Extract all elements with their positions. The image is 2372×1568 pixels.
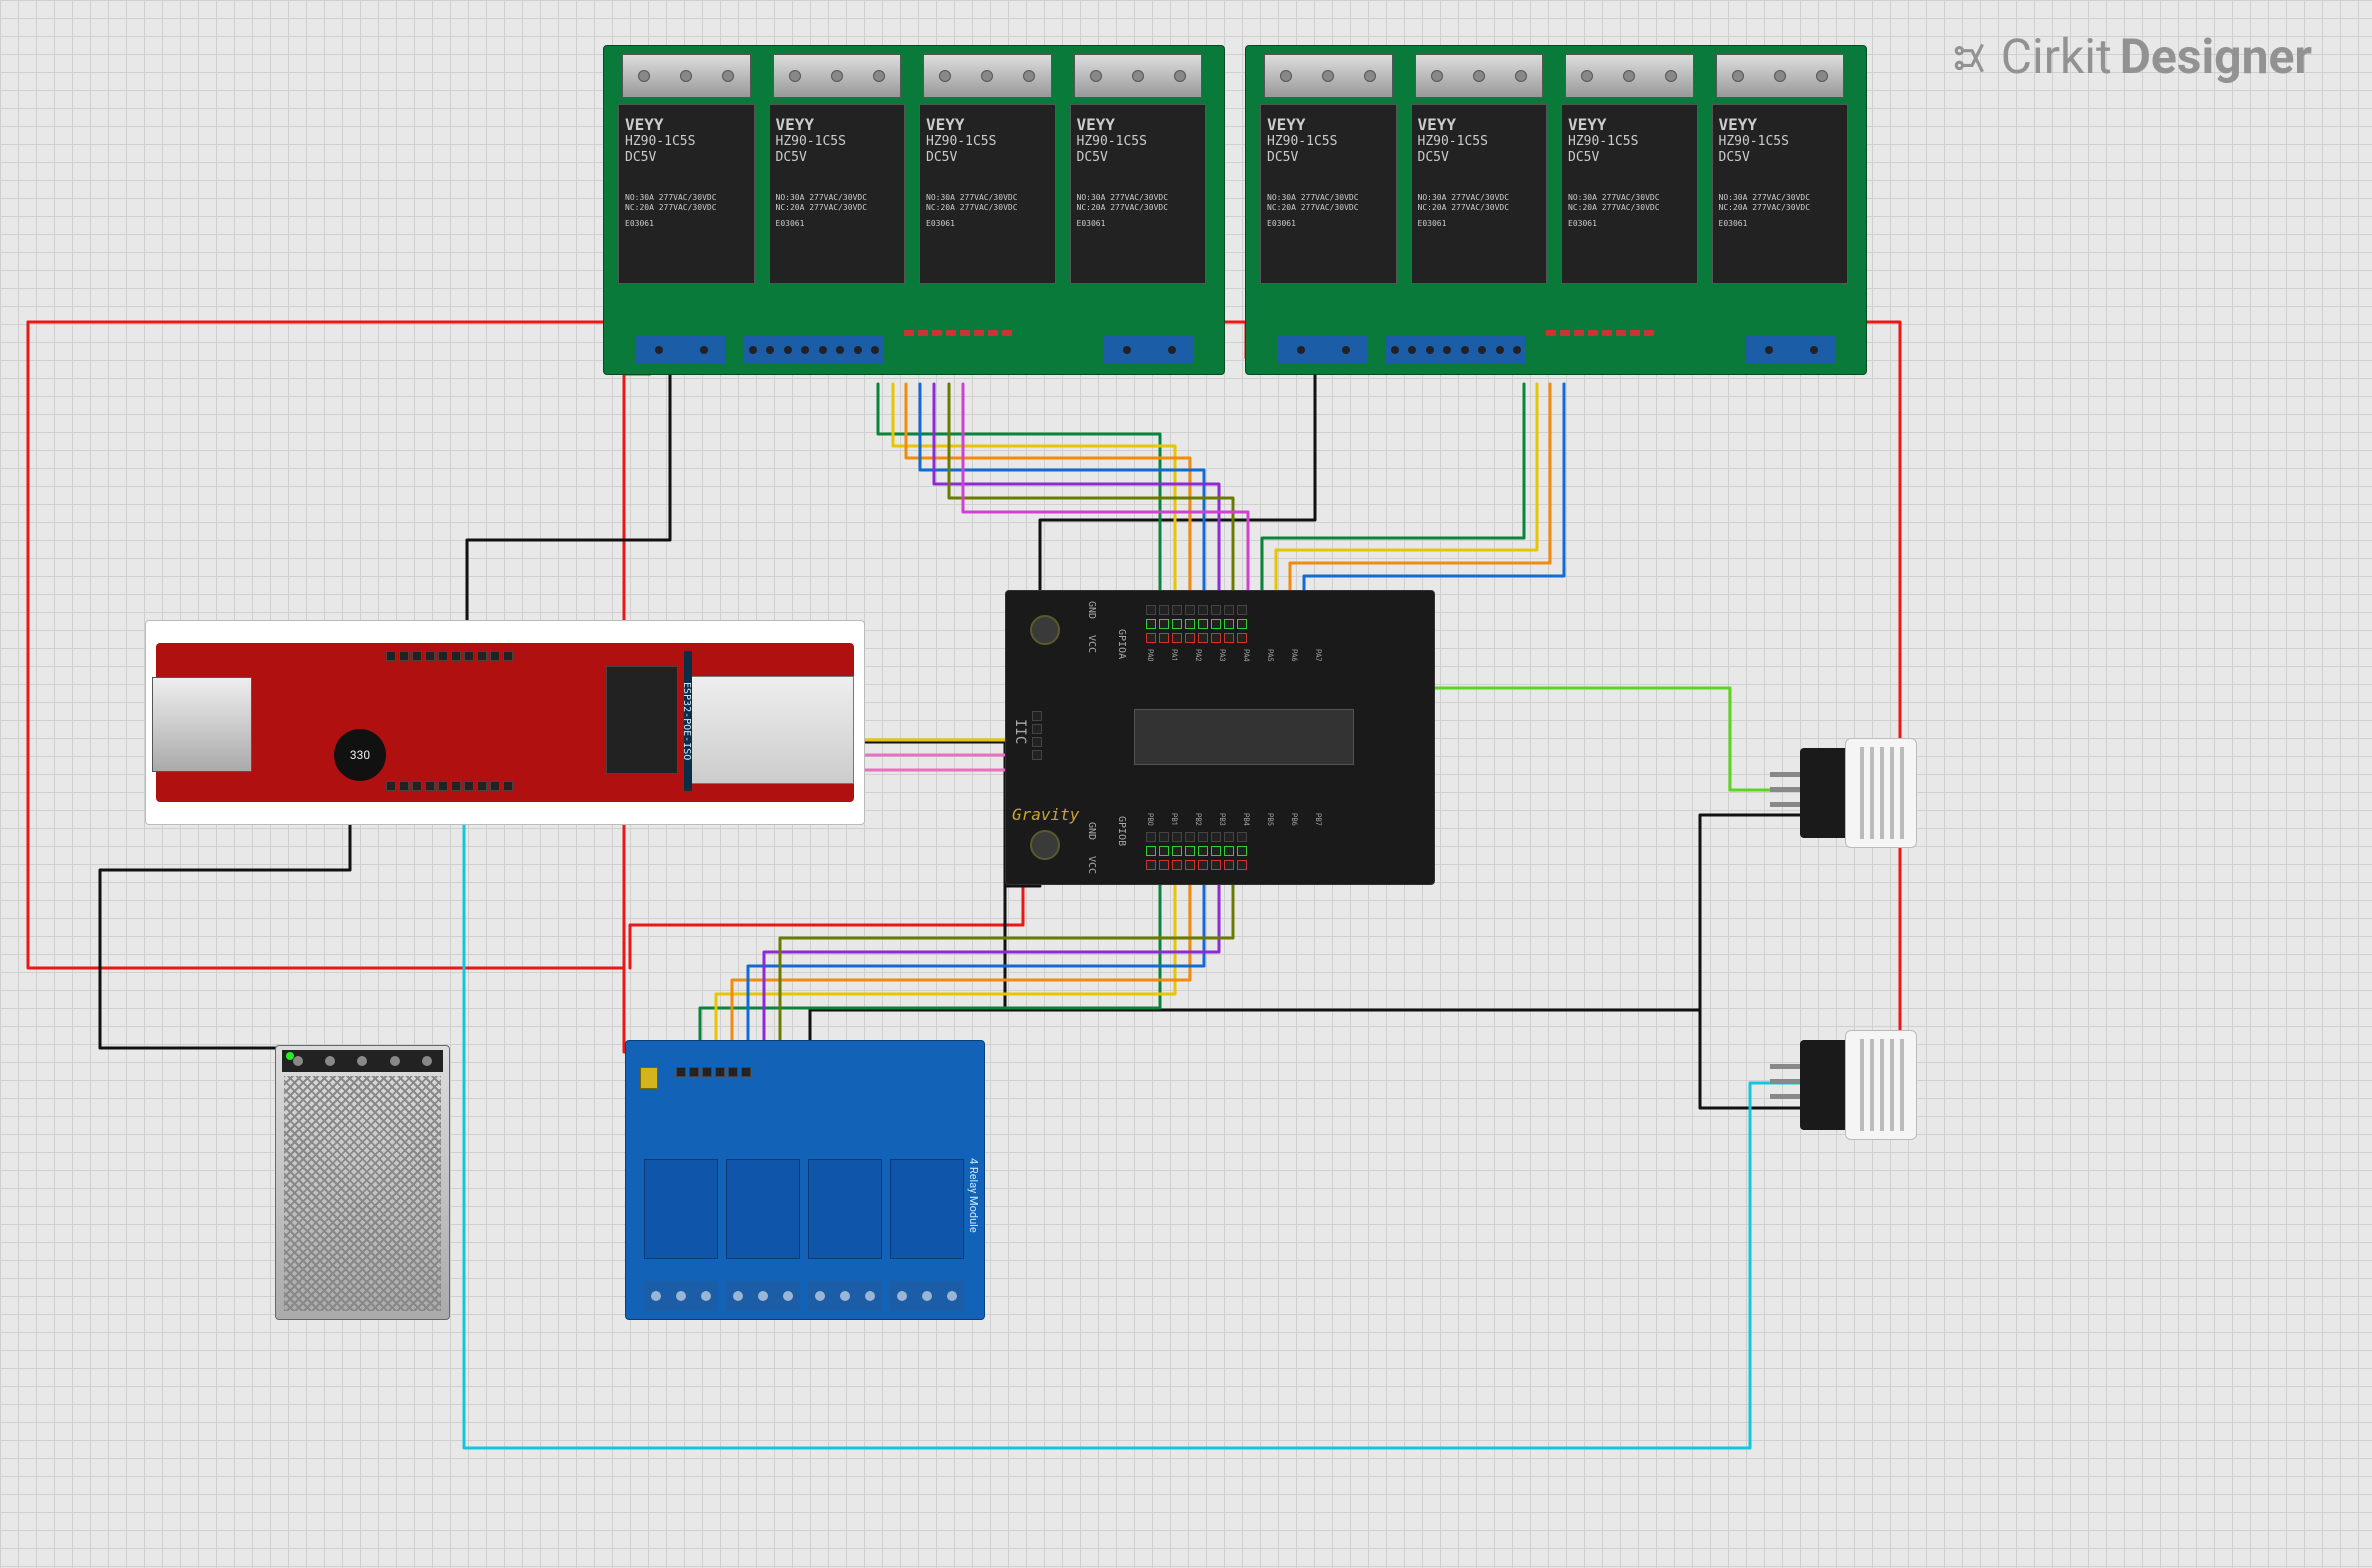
- relay-terminal-icon: [1716, 54, 1845, 98]
- logo-text-cirkit: Cirkit: [2001, 28, 2112, 85]
- relay-body: VEYY HZ90-1C5S DC5V NO:30A 277VAC/30VDC …: [618, 104, 755, 284]
- cirkit-logo-icon: [1951, 36, 1993, 78]
- pin-label: PB2: [1194, 813, 1202, 826]
- app-logo: Cirkit Designer: [1951, 28, 2312, 85]
- gnd-top-label: GND: [1086, 601, 1097, 619]
- pin-label: PA3: [1218, 649, 1226, 661]
- pin-label: PB3: [1218, 813, 1226, 826]
- relay-terminal-icon: [1264, 54, 1393, 98]
- psu-mesh-icon: [284, 1076, 441, 1311]
- logo-text-designer: Designer: [2120, 28, 2312, 85]
- pin-label: PB5: [1266, 813, 1274, 826]
- power-supply[interactable]: [275, 1045, 450, 1320]
- screw-terminal-icon: [1746, 336, 1836, 364]
- relay-terminal-icon: [773, 54, 902, 98]
- mount-hole-icon: [1030, 615, 1060, 645]
- relay-4ch-module[interactable]: 4 Relay Module: [625, 1040, 985, 1320]
- mcp23017-chip-icon: [1134, 709, 1354, 765]
- screw-terminal-icon: [1278, 336, 1368, 364]
- esp32-board-label: ESP32-POE-ISO: [684, 651, 692, 791]
- pin-label: PA1: [1170, 649, 1178, 661]
- pin-label: PB4: [1242, 813, 1250, 826]
- relay-terminal-icon: [1074, 54, 1203, 98]
- relay-terminal-icon: [1415, 54, 1544, 98]
- sensor-grille-icon: [1854, 747, 1908, 839]
- inductor-330: 330: [334, 729, 386, 781]
- status-led-row: [904, 330, 1012, 336]
- ethernet-jack-icon: [152, 677, 252, 772]
- relay-board-right[interactable]: VEYY HZ90-1C5S DC5V NO:30A 277VAC/30VDC …: [1245, 45, 1867, 375]
- status-led-row: [1546, 330, 1654, 336]
- pin-label: PB1: [1170, 813, 1178, 826]
- screw-terminal-icon: [744, 336, 884, 364]
- psu-terminals-icon: [282, 1050, 443, 1072]
- screw-terminal-icon: [1104, 336, 1194, 364]
- dht22-pins-icon: [1770, 1064, 1800, 1099]
- pin-label: PB0: [1146, 813, 1154, 826]
- screw-terminal-icon: [1386, 336, 1526, 364]
- relay-body: VEYY HZ90-1C5S DC5V NO:30A 277VAC/30VDC …: [1070, 104, 1207, 284]
- gpioA-label: GPIOA: [1116, 629, 1127, 659]
- vcc-bot-label: VCC: [1086, 856, 1097, 874]
- dht22-sensor-top[interactable]: [1800, 738, 1917, 848]
- pin-label: PA6: [1290, 649, 1298, 661]
- pin-label: PA5: [1266, 649, 1274, 661]
- relay-body: VEYY HZ90-1C5S DC5V NO:30A 277VAC/30VDC …: [1712, 104, 1849, 284]
- iic-label: IIC: [1012, 719, 1028, 744]
- relay-terminal-icon: [1565, 54, 1694, 98]
- gnd-bot-label: GND: [1086, 822, 1097, 840]
- mount-hole-icon: [1030, 830, 1060, 860]
- pin-label: PB7: [1314, 813, 1322, 826]
- relay-board-left[interactable]: VEYY HZ90-1C5S DC5V NO:30A 277VAC/30VDC …: [603, 45, 1225, 375]
- regulator-chip-icon: [606, 666, 678, 774]
- jumper-icon: [640, 1067, 658, 1089]
- vcc-top-label: VCC: [1086, 635, 1097, 653]
- esp32-module-icon: [686, 676, 854, 784]
- gpio-expander-board[interactable]: IIC Gravity GPIOA GPIOB GND VCC GND VCC …: [1005, 590, 1435, 885]
- gpioB-label: GPIOB: [1116, 816, 1127, 846]
- gravity-brand-label: Gravity: [1012, 805, 1079, 824]
- pin-label: PA4: [1242, 649, 1250, 661]
- pin-label: PA0: [1146, 649, 1154, 661]
- relay-terminal-icon: [923, 54, 1052, 98]
- pin-label: PB6: [1290, 813, 1298, 826]
- relay-body: VEYY HZ90-1C5S DC5V NO:30A 277VAC/30VDC …: [1411, 104, 1548, 284]
- relay-body: VEYY HZ90-1C5S DC5V NO:30A 277VAC/30VDC …: [919, 104, 1056, 284]
- screw-terminal-icon: [636, 336, 726, 364]
- relay-body: VEYY HZ90-1C5S DC5V NO:30A 277VAC/30VDC …: [769, 104, 906, 284]
- dht22-sensor-bottom[interactable]: [1800, 1030, 1917, 1140]
- relay-body: VEYY HZ90-1C5S DC5V NO:30A 277VAC/30VDC …: [1561, 104, 1698, 284]
- dht22-pins-icon: [1770, 772, 1800, 807]
- relay-body: VEYY HZ90-1C5S DC5V NO:30A 277VAC/30VDC …: [1260, 104, 1397, 284]
- pin-label: PA7: [1314, 649, 1322, 661]
- pin-label: PA2: [1194, 649, 1202, 661]
- relay-terminal-icon: [622, 54, 751, 98]
- sensor-grille-icon: [1854, 1039, 1908, 1131]
- psu-led-icon: [286, 1052, 294, 1060]
- esp32-poe-iso-board[interactable]: 330 ESP32-POE-ISO: [145, 620, 865, 825]
- relay4-side-label: 4 Relay Module: [966, 1101, 980, 1289]
